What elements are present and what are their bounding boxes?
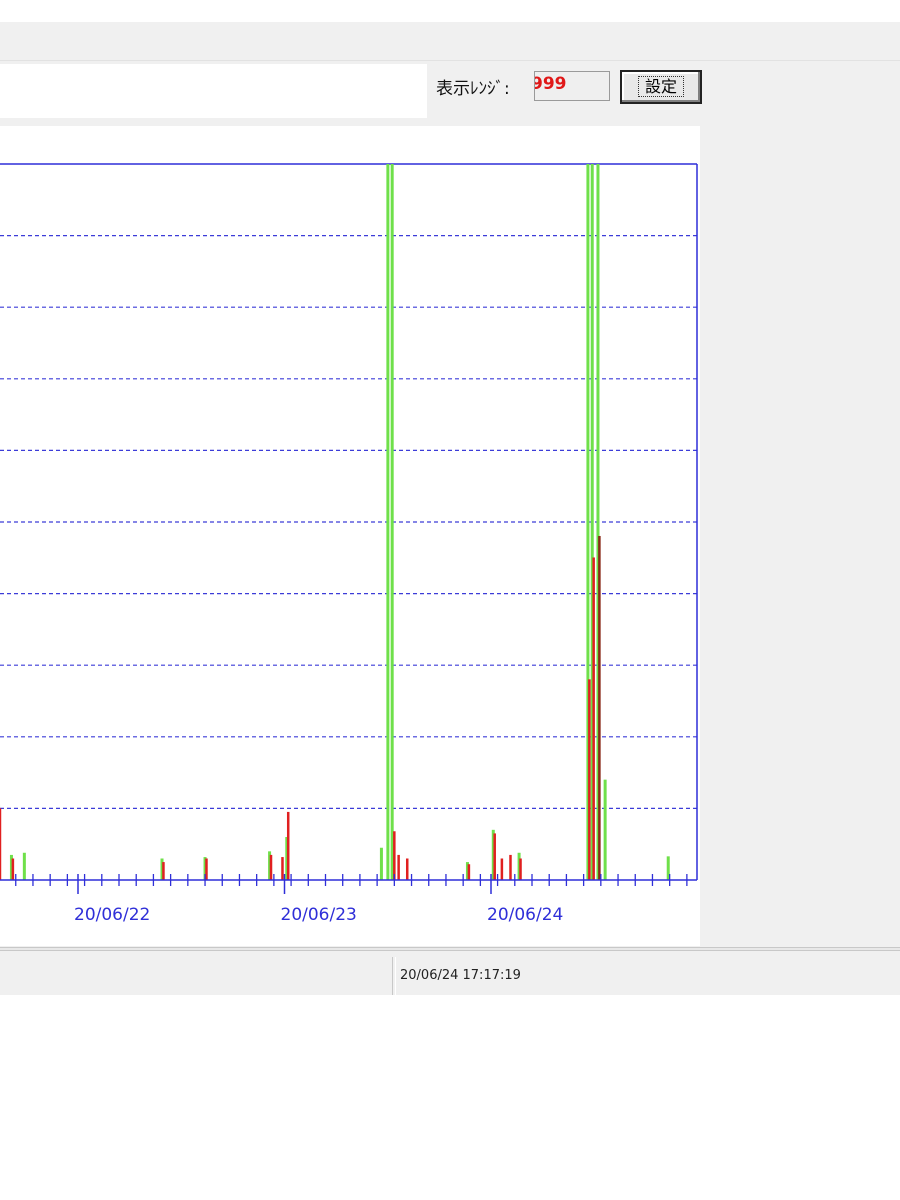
bar-red [509, 854, 512, 880]
bar-green [386, 164, 390, 880]
bar-green [379, 847, 383, 880]
set-button-label: 設定 [637, 76, 684, 97]
bar-red [393, 831, 396, 880]
bar-red [162, 862, 165, 880]
x-tick-label: 20/06/24 [487, 905, 563, 925]
bar-red [11, 858, 15, 880]
info-panel [0, 64, 427, 118]
bar-red [592, 557, 595, 880]
bar-green [390, 164, 394, 880]
bar-dark [598, 535, 601, 880]
bar-red [588, 679, 591, 880]
status-bar-left [0, 957, 393, 995]
x-tick-label: 20/06/23 [281, 905, 357, 925]
bar-red [493, 833, 496, 880]
bar-red [281, 857, 284, 880]
bar-red [519, 858, 522, 880]
title-band [0, 22, 900, 61]
top-strip [0, 0, 900, 22]
status-timestamp: 20/06/24 17:17:19 [400, 968, 521, 983]
bar-red [397, 854, 400, 880]
range-input[interactable]: 999 [534, 71, 610, 101]
set-button[interactable]: 設定 [620, 70, 702, 104]
bar-red [467, 864, 471, 880]
chart-panel: 20/06/22 20/06/23 20/06/24 [0, 126, 700, 946]
status-bar-right: 20/06/24 17:17:19 [395, 957, 900, 995]
bar-red [269, 854, 273, 880]
monitor-window: 表示ﾚﾝｼﾞ: 999 設定 20/06/22 20/06/23 20/06/24 … [0, 22, 900, 995]
range-label: 表示ﾚﾝｼﾞ: [436, 79, 510, 99]
bar-red [405, 858, 409, 880]
bar-red [500, 858, 504, 880]
x-tick-label: 20/06/22 [74, 905, 150, 925]
bar-red [0, 808, 2, 880]
bar-green [22, 852, 26, 880]
bar-green [603, 779, 607, 880]
bar-red [286, 811, 290, 880]
separator [0, 947, 900, 951]
time-series-chart: 20/06/22 20/06/23 20/06/24 [0, 163, 698, 925]
